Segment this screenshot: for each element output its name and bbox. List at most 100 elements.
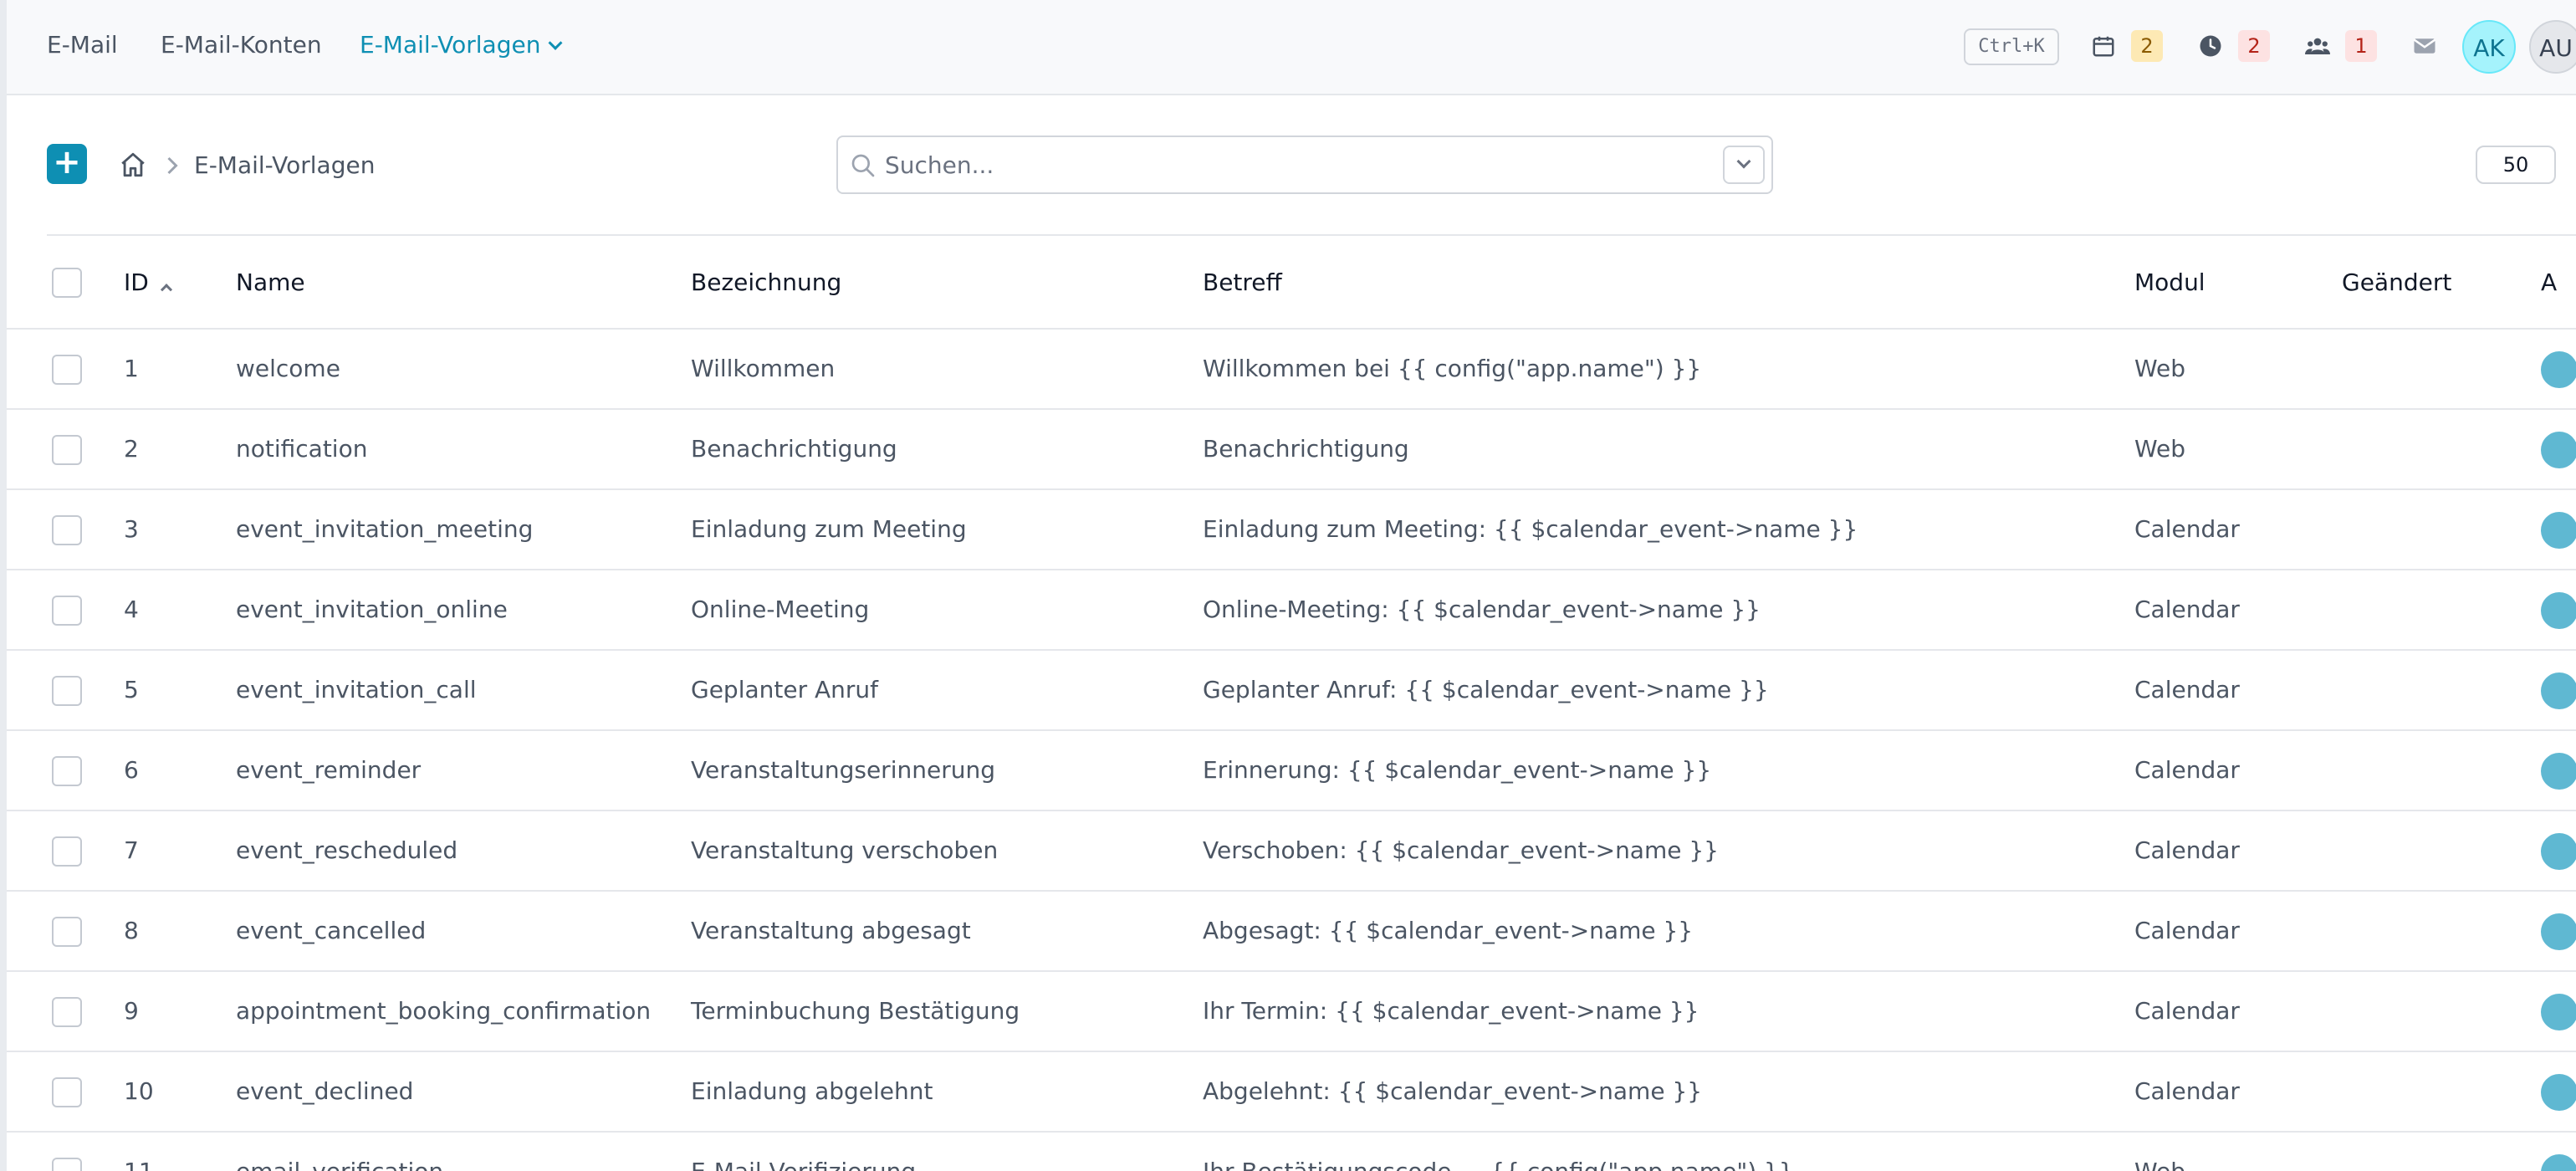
row-checkbox[interactable]: [52, 596, 82, 626]
cell-bezeichnung: Geplanter Anruf: [691, 676, 879, 703]
nav-item-email-templates[interactable]: E-Mail-Vorlagen: [360, 28, 563, 62]
column-header-betreff[interactable]: Betreff: [1203, 266, 1282, 299]
table-row[interactable]: 2 notification Benachrichtigung Benachricht…: [7, 410, 2576, 490]
search-box: [836, 136, 1773, 194]
cell-betreff: Online-Meeting: {{ $calendar_event->name…: [1203, 596, 1761, 623]
nav-item-email[interactable]: E-Mail: [47, 28, 118, 62]
cell-bezeichnung: Benachrichtigung: [691, 435, 897, 463]
active-toggle[interactable]: [2541, 432, 2576, 468]
avatar-au[interactable]: AU: [2529, 20, 2576, 74]
cell-betreff: Ihr Termin: {{ $calendar_event->name }}: [1203, 997, 1699, 1025]
column-header-modul[interactable]: Modul: [2134, 266, 2205, 299]
table-row[interactable]: 3 event_invitation_meeting Einladung zum M…: [7, 490, 2576, 570]
cell-id: 2: [124, 435, 139, 463]
calendar-icon[interactable]: [2091, 33, 2116, 59]
active-toggle[interactable]: [2541, 1074, 2576, 1111]
add-template-button[interactable]: +: [47, 144, 87, 184]
row-checkbox[interactable]: [52, 1158, 82, 1171]
cell-name: event_invitation_meeting: [236, 515, 534, 543]
breadcrumb-current: E-Mail-Vorlagen: [194, 151, 376, 179]
cell-modul: Calendar: [2134, 756, 2240, 784]
cell-betreff: Abgesagt: {{ $calendar_event->name }}: [1203, 917, 1694, 944]
users-icon[interactable]: [2305, 33, 2330, 59]
home-icon[interactable]: [119, 151, 147, 179]
row-checkbox[interactable]: [52, 355, 82, 385]
nav-item-email-accounts[interactable]: E-Mail-Konten: [161, 28, 322, 62]
users-count-badge[interactable]: 1: [2345, 30, 2377, 62]
row-checkbox[interactable]: [52, 676, 82, 706]
mail-icon[interactable]: [2412, 33, 2437, 59]
clock-icon[interactable]: [2198, 33, 2223, 59]
table-row[interactable]: 11 email_verification E-Mail Verifizierung…: [7, 1133, 2576, 1171]
cell-bezeichnung: Online-Meeting: [691, 596, 870, 623]
active-toggle[interactable]: [2541, 994, 2576, 1030]
search-icon: [851, 154, 875, 177]
cell-name: event_rescheduled: [236, 836, 458, 864]
cell-betreff: Willkommen bei {{ config("app.name") }}: [1203, 355, 1702, 382]
column-header-id-label: ID: [124, 268, 149, 296]
cell-modul: Calendar: [2134, 917, 2240, 944]
active-toggle[interactable]: [2541, 672, 2576, 709]
cell-id: 11: [124, 1154, 154, 1171]
table-row[interactable]: 4 event_invitation_online Online-Meeting On…: [7, 570, 2576, 651]
active-toggle[interactable]: [2541, 512, 2576, 549]
active-toggle[interactable]: [2541, 833, 2576, 870]
cell-id: 7: [124, 836, 139, 864]
table-row[interactable]: 10 event_declined Einladung abgelehnt Abgel…: [7, 1052, 2576, 1133]
chevron-down-icon: [1736, 154, 1751, 169]
select-all-checkbox[interactable]: [52, 268, 82, 298]
cell-id: 10: [124, 1077, 154, 1105]
calendar-count-badge[interactable]: 2: [2131, 30, 2163, 62]
cell-name: welcome: [236, 355, 340, 382]
cell-modul: Calendar: [2134, 1077, 2240, 1105]
cell-name: notification: [236, 435, 368, 463]
column-header-geaendert[interactable]: Geändert: [2342, 266, 2451, 299]
cell-modul: Calendar: [2134, 515, 2240, 543]
cell-betreff: Erinnerung: {{ $calendar_event->name }}: [1203, 756, 1712, 784]
cell-betreff: Geplanter Anruf: {{ $calendar_event->nam…: [1203, 676, 1769, 703]
active-toggle[interactable]: [2541, 913, 2576, 950]
cell-betreff: Benachrichtigung: [1203, 435, 1409, 463]
avatar-ak[interactable]: AK: [2462, 20, 2516, 74]
cell-id: 3: [124, 515, 139, 543]
cell-bezeichnung: Einladung zum Meeting: [691, 515, 967, 543]
row-checkbox[interactable]: [52, 836, 82, 867]
cell-bezeichnung: Willkommen: [691, 355, 836, 382]
nav-item-email-templates-label: E-Mail-Vorlagen: [360, 31, 541, 59]
cell-betreff: Abgelehnt: {{ $calendar_event->name }}: [1203, 1077, 1703, 1105]
cell-modul: Web: [2134, 355, 2186, 382]
row-checkbox[interactable]: [52, 435, 82, 465]
table-row[interactable]: 7 event_rescheduled Veranstaltung verschob…: [7, 811, 2576, 892]
table-row[interactable]: 1 welcome Willkommen Willkommen bei {{ conf…: [7, 330, 2576, 410]
row-checkbox[interactable]: [52, 515, 82, 545]
table-row[interactable]: 5 event_invitation_call Geplanter Anruf Gep…: [7, 651, 2576, 731]
page-size-select[interactable]: 50: [2476, 146, 2556, 184]
row-checkbox[interactable]: [52, 756, 82, 786]
cell-name: event_invitation_call: [236, 676, 477, 703]
chevron-down-icon: [548, 35, 563, 50]
column-header-id[interactable]: ID: [124, 266, 172, 299]
column-header-bezeichnung[interactable]: Bezeichnung: [691, 266, 841, 299]
row-checkbox[interactable]: [52, 917, 82, 947]
column-header-name[interactable]: Name: [236, 266, 305, 299]
cell-modul: Calendar: [2134, 676, 2240, 703]
cell-id: 4: [124, 596, 139, 623]
active-toggle[interactable]: [2541, 351, 2576, 388]
table-row[interactable]: 9 appointment_booking_confirmation Terminb…: [7, 972, 2576, 1052]
clock-count-badge[interactable]: 2: [2238, 30, 2270, 62]
active-toggle[interactable]: [2541, 753, 2576, 790]
row-checkbox[interactable]: [52, 1077, 82, 1107]
cell-bezeichnung: Veranstaltungserinnerung: [691, 756, 995, 784]
active-toggle[interactable]: [2541, 1154, 2576, 1171]
search-filter-toggle[interactable]: [1723, 146, 1765, 184]
cell-modul: Web: [2134, 435, 2186, 463]
search-input[interactable]: [885, 146, 1688, 184]
command-palette-shortcut[interactable]: Ctrl+K: [1964, 28, 2059, 65]
table-row[interactable]: 6 event_reminder Veranstaltungserinnerung E…: [7, 731, 2576, 811]
row-checkbox[interactable]: [52, 997, 82, 1027]
cell-bezeichnung: Einladung abgelehnt: [691, 1077, 933, 1105]
cell-modul: Calendar: [2134, 596, 2240, 623]
active-toggle[interactable]: [2541, 592, 2576, 629]
column-header-a[interactable]: A: [2541, 266, 2557, 299]
table-row[interactable]: 8 event_cancelled Veranstaltung abgesagt Ab…: [7, 892, 2576, 972]
